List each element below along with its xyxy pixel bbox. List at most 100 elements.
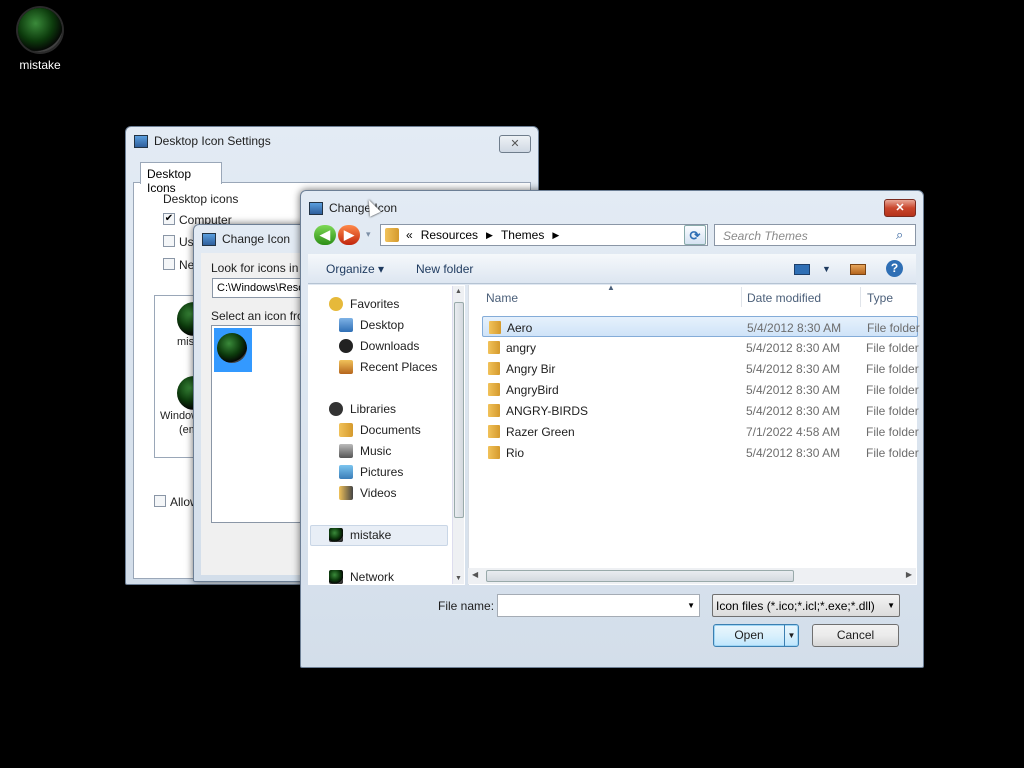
- help-icon[interactable]: ?: [886, 260, 903, 277]
- file-date: 7/1/2022 4:58 AM: [746, 425, 841, 439]
- cancel-button[interactable]: Cancel: [812, 624, 899, 647]
- nav-label: Pictures: [360, 465, 404, 479]
- back-arrow-icon[interactable]: ◀: [314, 225, 336, 245]
- icon-list[interactable]: [211, 325, 311, 523]
- icon-path-field[interactable]: C:\Windows\Reso: [212, 278, 312, 298]
- forward-arrow-icon[interactable]: ▶: [338, 225, 360, 245]
- search-icon[interactable]: ⌕: [896, 227, 903, 243]
- table-row[interactable]: Angry Bir 5/4/2012 8:30 AM File folder: [482, 358, 919, 379]
- nav-label: Recent Places: [360, 360, 438, 374]
- column-separator[interactable]: [860, 287, 861, 307]
- view-dropdown-icon[interactable]: ▼: [822, 264, 831, 274]
- recent-places-icon: [339, 360, 353, 374]
- razer-orb-icon: [18, 8, 62, 52]
- libraries-icon: [329, 402, 343, 416]
- nav-item-network[interactable]: Network: [329, 570, 394, 584]
- organize-button[interactable]: Organize ▾: [326, 262, 384, 276]
- address-overflow-icon[interactable]: «: [406, 228, 413, 242]
- refresh-icon[interactable]: ⟳: [684, 225, 706, 245]
- file-type: File folder: [866, 362, 919, 376]
- table-row[interactable]: Aero 5/4/2012 8:30 AM File folder: [482, 316, 920, 337]
- display-settings-icon: [309, 201, 323, 215]
- scroll-left-icon[interactable]: ◀: [472, 570, 478, 579]
- checkbox-user[interactable]: [163, 235, 175, 247]
- file-list-hscrollbar[interactable]: ◀ ▶: [468, 568, 916, 584]
- nav-item-recent-places[interactable]: Recent Places: [339, 360, 437, 374]
- nav-item-videos[interactable]: Videos: [339, 486, 396, 500]
- breadcrumb-resources[interactable]: Resources: [421, 228, 478, 242]
- open-button[interactable]: Open ▼: [713, 624, 799, 647]
- videos-icon: [339, 486, 353, 500]
- table-row[interactable]: angry 5/4/2012 8:30 AM File folder: [482, 337, 919, 358]
- nav-item-favorites[interactable]: Favorites: [329, 297, 399, 311]
- nav-item-documents[interactable]: Documents: [339, 423, 421, 437]
- nav-item-music[interactable]: Music: [339, 444, 391, 458]
- network-icon: [329, 570, 343, 584]
- file-type: File folder: [867, 321, 920, 335]
- look-for-label: Look for icons in th: [211, 261, 312, 275]
- documents-icon: [339, 423, 353, 437]
- change-view-icon[interactable]: [794, 264, 810, 275]
- address-bar[interactable]: « Resources ▶ Themes ▶ ▼: [380, 224, 708, 246]
- checkbox-allow-themes[interactable]: [154, 495, 166, 507]
- table-row[interactable]: Rio 5/4/2012 8:30 AM File folder: [482, 442, 919, 463]
- hscrollbar-thumb[interactable]: [486, 570, 794, 582]
- close-button[interactable]: ✕: [499, 135, 531, 153]
- desktop-icon-label: mistake: [19, 58, 61, 72]
- close-button[interactable]: ✕: [884, 199, 916, 217]
- checkbox-network[interactable]: [163, 258, 175, 270]
- folder-icon: [488, 341, 500, 354]
- desktop-icon-mistake[interactable]: mistake: [12, 8, 68, 72]
- column-header-type[interactable]: Type: [867, 291, 893, 305]
- checkbox-computer[interactable]: ✔: [163, 213, 175, 225]
- nav-label: Documents: [360, 423, 421, 437]
- file-name: Angry Bir: [506, 362, 556, 376]
- file-name-dropdown-icon[interactable]: ▼: [687, 601, 695, 610]
- breadcrumb-arrow-icon[interactable]: ▶: [552, 230, 559, 241]
- scroll-right-icon[interactable]: ▶: [906, 570, 912, 579]
- nav-label: Downloads: [360, 339, 420, 353]
- file-type: File folder: [866, 446, 919, 460]
- tab-desktop-icons[interactable]: Desktop Icons: [140, 162, 222, 195]
- search-input[interactable]: Search Themes: [714, 224, 916, 246]
- column-header-name[interactable]: Name: [486, 291, 518, 305]
- file-date: 5/4/2012 8:30 AM: [746, 362, 841, 376]
- nav-item-mistake[interactable]: mistake: [329, 528, 391, 542]
- nav-item-desktop[interactable]: Desktop: [339, 318, 404, 332]
- file-name: Rio: [506, 446, 525, 460]
- new-folder-button[interactable]: New folder: [416, 262, 473, 276]
- file-date: 5/4/2012 8:30 AM: [746, 404, 841, 418]
- scroll-down-icon[interactable]: ▼: [455, 575, 462, 582]
- star-icon: [329, 297, 343, 311]
- desktop-icon: [339, 318, 353, 332]
- file-name: Aero: [507, 321, 533, 335]
- scroll-up-icon[interactable]: ▲: [455, 288, 462, 295]
- nav-item-pictures[interactable]: Pictures: [339, 465, 403, 479]
- window-title: Change Icon: [222, 232, 291, 246]
- nav-label: Favorites: [350, 297, 400, 311]
- breadcrumb-arrow-icon[interactable]: ▶: [486, 230, 493, 241]
- file-list: Name ▲ Date modified Type Aero 5/4/2012 …: [468, 283, 920, 585]
- nav-scrollbar-thumb[interactable]: [454, 302, 464, 518]
- table-row[interactable]: Razer Green 7/1/2022 4:58 AM File folder: [482, 421, 919, 442]
- filter-dropdown-icon[interactable]: ▼: [887, 601, 895, 610]
- preview-pane-icon[interactable]: [850, 264, 866, 275]
- column-separator[interactable]: [741, 287, 742, 307]
- file-date: 5/4/2012 8:30 AM: [747, 321, 842, 335]
- nav-label: Music: [360, 444, 392, 458]
- nav-scrollbar[interactable]: ▲ ▼: [452, 286, 464, 584]
- nav-item-downloads[interactable]: Downloads: [339, 339, 419, 353]
- open-dropdown-icon[interactable]: ▼: [784, 625, 798, 646]
- file-name-input[interactable]: ▼: [497, 594, 700, 617]
- file-type: File folder: [866, 425, 919, 439]
- nav-item-libraries[interactable]: Libraries: [329, 402, 396, 416]
- file-type-filter[interactable]: Icon files (*.ico;*.icl;*.exe;*.dll) ▼: [712, 594, 900, 617]
- command-toolbar: Organize ▾ New folder ▼ ?: [308, 254, 916, 284]
- table-row[interactable]: ANGRY-BIRDS 5/4/2012 8:30 AM File folder: [482, 400, 919, 421]
- select-icon-label: Select an icon from: [211, 309, 314, 323]
- nav-label: Network: [350, 570, 395, 584]
- recent-pages-dropdown-icon[interactable]: ▾: [366, 229, 371, 240]
- breadcrumb-themes[interactable]: Themes: [501, 228, 544, 242]
- table-row[interactable]: AngryBird 5/4/2012 8:30 AM File folder: [482, 379, 919, 400]
- column-header-date[interactable]: Date modified: [747, 291, 821, 305]
